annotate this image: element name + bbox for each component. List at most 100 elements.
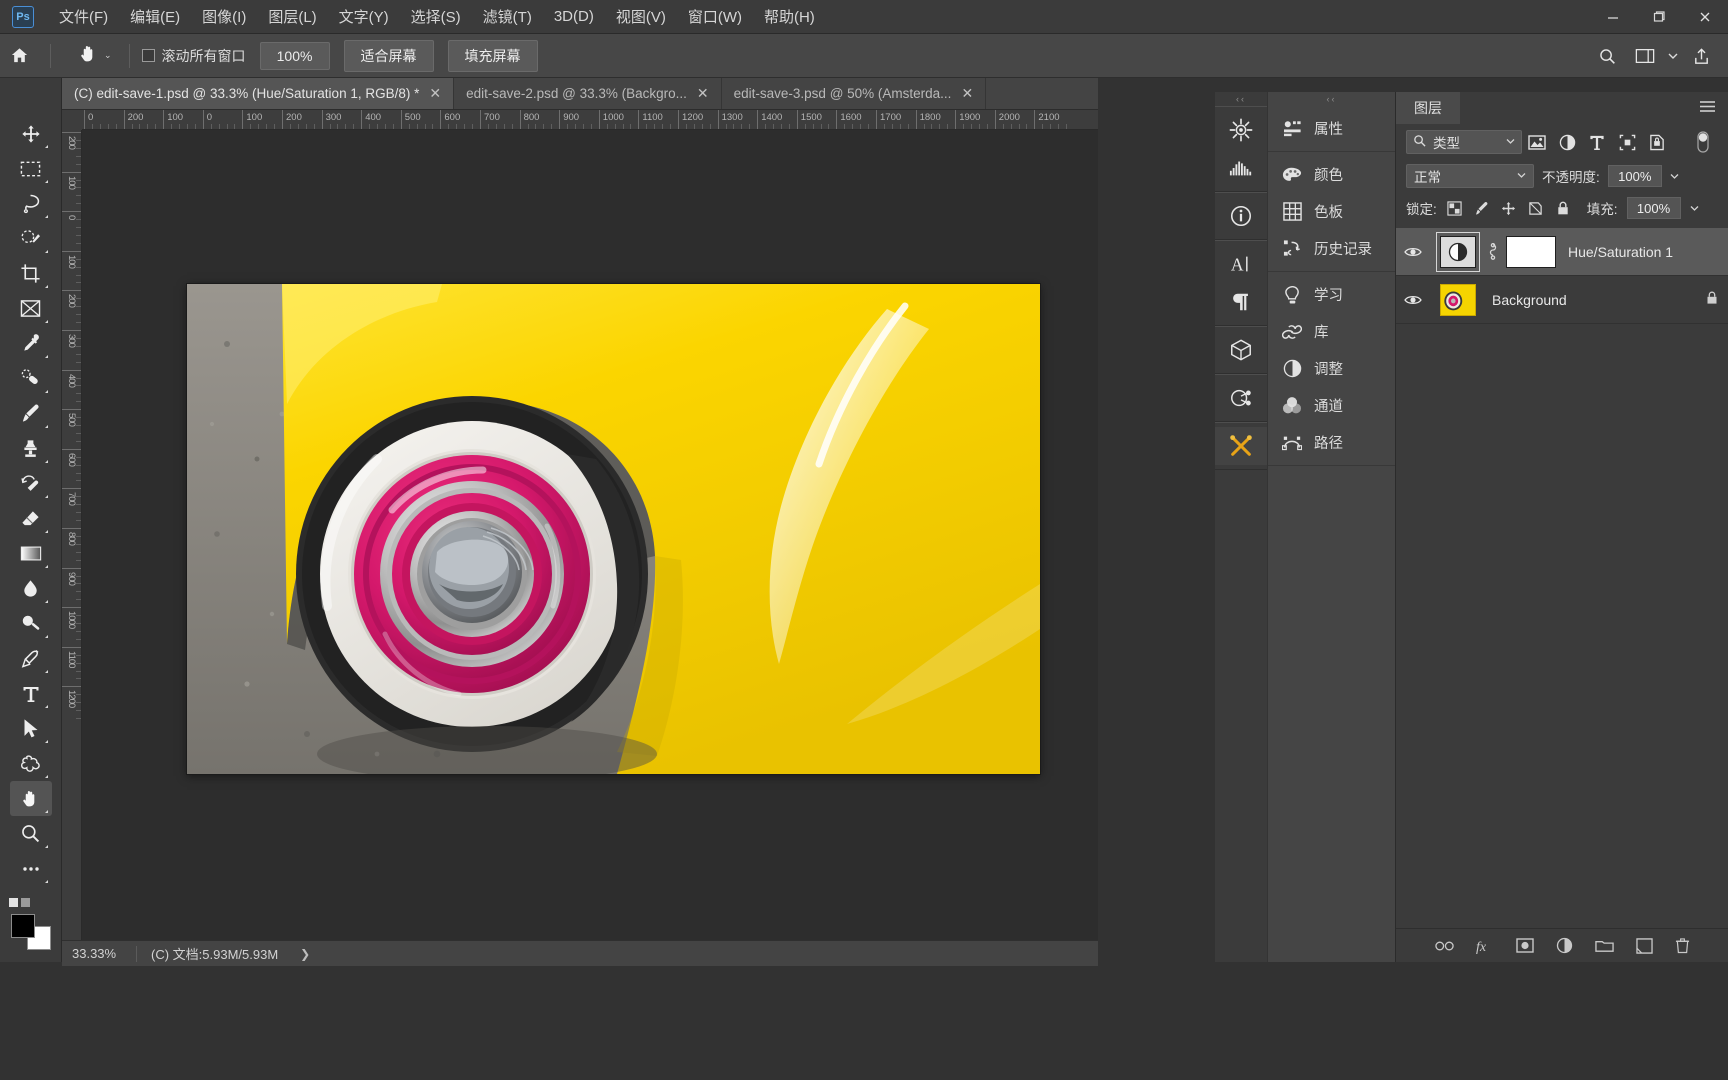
fit-screen-button[interactable]: 适合屏幕 (343, 39, 434, 72)
share-icon[interactable] (1684, 39, 1718, 73)
brush-tool[interactable] (10, 396, 52, 431)
chevron-down-icon[interactable] (1666, 39, 1680, 73)
pixel-filter-icon[interactable] (1522, 129, 1552, 155)
filter-toggle-icon[interactable] (1688, 129, 1718, 155)
menu-item-3[interactable]: 图层(L) (257, 2, 327, 31)
document-viewport[interactable] (83, 131, 1098, 962)
layer-name[interactable]: Hue/Saturation 1 (1568, 244, 1673, 260)
path-selection-tool[interactable] (10, 711, 52, 746)
close-icon[interactable]: ✕ (429, 85, 441, 102)
close-button[interactable] (1682, 0, 1728, 34)
filter-kind-select[interactable]: 类型 (1406, 130, 1522, 154)
smart-object-filter-icon[interactable] (1642, 129, 1672, 155)
lasso-tool[interactable] (10, 186, 52, 221)
panel-item-properties[interactable]: 属性 (1268, 110, 1395, 147)
menu-item-6[interactable]: 滤镜(T) (472, 2, 543, 31)
hand-tool[interactable] (9, 781, 52, 816)
document-image[interactable] (187, 284, 1040, 774)
tab-layers[interactable]: 图层 (1396, 92, 1460, 124)
menu-item-7[interactable]: 3D(D) (543, 4, 605, 29)
layer-thumbnail-wrapper[interactable] (1436, 231, 1480, 272)
status-expand-icon[interactable]: ❯ (292, 947, 318, 961)
menu-item-5[interactable]: 选择(S) (400, 2, 472, 31)
horizontal-ruler[interactable]: 0 200 100 0 100 200 300 400 500 600 700 800 900 1000 1… (82, 110, 1098, 130)
crop-tool[interactable] (10, 256, 52, 291)
dodge-tool[interactable] (10, 606, 52, 641)
blur-tool[interactable] (10, 571, 52, 606)
panel-item-learn[interactable]: 学习 (1268, 276, 1395, 313)
history-brush-tool[interactable] (10, 466, 52, 501)
menu-item-0[interactable]: 文件(F) (48, 2, 119, 31)
zoom-level-field[interactable]: 33.33% (62, 946, 136, 961)
layer-row[interactable]: Hue/Saturation 1 (1396, 228, 1728, 276)
3d-icon[interactable] (1215, 331, 1267, 369)
checkbox-box[interactable] (141, 49, 155, 62)
layer-thumbnail[interactable] (1440, 283, 1476, 316)
document-tab-0[interactable]: (C) edit-save-1.psd @ 33.3% (Hue/Saturat… (62, 78, 455, 109)
mask-link-icon[interactable] (1486, 243, 1500, 260)
hamburger-icon[interactable] (1699, 100, 1716, 116)
layer-thumbnail[interactable] (1436, 231, 1480, 272)
quick-selection-tool[interactable] (10, 221, 52, 256)
menu-item-1[interactable]: 编辑(E) (119, 2, 191, 31)
minimize-button[interactable] (1590, 0, 1636, 34)
swap-colors-icon[interactable] (20, 898, 30, 907)
clone-stamp-tool[interactable] (10, 431, 52, 466)
pen-tool[interactable] (10, 641, 52, 676)
actions-icon[interactable] (1215, 379, 1267, 417)
layer-thumbnail-wrapper[interactable] (1436, 281, 1480, 319)
lock-image-icon[interactable] (1473, 201, 1491, 216)
histogram-icon[interactable] (1215, 149, 1267, 187)
chevron-down-icon[interactable] (1517, 171, 1526, 181)
chevron-down-icon[interactable]: ⌄ (104, 50, 112, 61)
move-tool[interactable] (10, 116, 52, 151)
opacity-field[interactable]: 100% (1607, 165, 1662, 187)
layer-style-fx-icon[interactable]: fx (1476, 938, 1494, 954)
opacity-chevron-down-icon[interactable] (1670, 167, 1679, 185)
menu-item-2[interactable]: 图像(I) (191, 2, 257, 31)
panel-item-adjustments[interactable]: 调整 (1268, 350, 1395, 387)
layer-mask-thumbnail[interactable] (1506, 235, 1556, 268)
layer-name[interactable]: Background (1492, 292, 1567, 308)
lock-artboard-icon[interactable] (1527, 201, 1545, 216)
layer-visibility-eye-icon[interactable] (1396, 294, 1430, 306)
lock-all-icon[interactable] (1554, 201, 1572, 216)
document-tab-2[interactable]: edit-save-3.psd @ 50% (Amsterda... ✕ (721, 78, 987, 109)
panel-item-history[interactable]: 历史记录 (1268, 230, 1395, 267)
new-group-icon[interactable] (1595, 938, 1614, 953)
custom-shape-tool[interactable] (10, 746, 52, 781)
zoom-100-button[interactable]: 100% (259, 41, 330, 70)
fill-screen-button[interactable]: 填充屏幕 (447, 39, 538, 72)
adjustment-filter-icon[interactable] (1552, 129, 1582, 155)
panel-item-color[interactable]: 颜色 (1268, 156, 1395, 193)
foreground-color-swatch[interactable] (10, 914, 35, 938)
rail-grip-handle[interactable]: ‹‹ (1215, 92, 1267, 106)
swatch-shortcuts[interactable] (8, 898, 30, 907)
menu-item-10[interactable]: 帮助(H) (753, 2, 826, 31)
color-swatches[interactable] (8, 898, 53, 952)
vertical-ruler[interactable]: 200 100 0 100 200 300 400 500 600 700 800 900 1000 11… (62, 130, 82, 962)
adjustments-icon[interactable] (1215, 111, 1267, 149)
character-icon[interactable]: A (1215, 245, 1267, 283)
delete-layer-icon[interactable] (1675, 937, 1690, 954)
shape-filter-icon[interactable] (1612, 129, 1642, 155)
panel-item-channels[interactable]: 通道 (1268, 387, 1395, 424)
eyedropper-tool[interactable] (10, 326, 52, 361)
eraser-tool[interactable] (10, 501, 52, 536)
search-icon[interactable] (1590, 39, 1624, 73)
panel-item-swatches[interactable]: 色板 (1268, 193, 1395, 230)
document-tab-1[interactable]: edit-save-2.psd @ 33.3% (Backgro... ✕ (454, 78, 722, 109)
panel-list-grip[interactable]: ‹‹ (1268, 92, 1395, 106)
add-mask-icon[interactable] (1516, 938, 1534, 953)
menu-item-8[interactable]: 视图(V) (605, 2, 677, 31)
default-colors-icon[interactable] (8, 898, 18, 907)
fill-field[interactable]: 100% (1626, 197, 1681, 219)
menu-item-9[interactable]: 窗口(W) (677, 2, 753, 31)
gradient-tool[interactable] (10, 536, 52, 571)
lock-position-icon[interactable] (1500, 201, 1518, 216)
frame-tool[interactable] (10, 291, 52, 326)
workspace-icon[interactable] (1628, 39, 1662, 73)
home-icon[interactable] (0, 34, 38, 78)
chevron-down-icon[interactable] (1506, 137, 1515, 147)
blend-mode-select[interactable]: 正常 (1406, 164, 1534, 188)
